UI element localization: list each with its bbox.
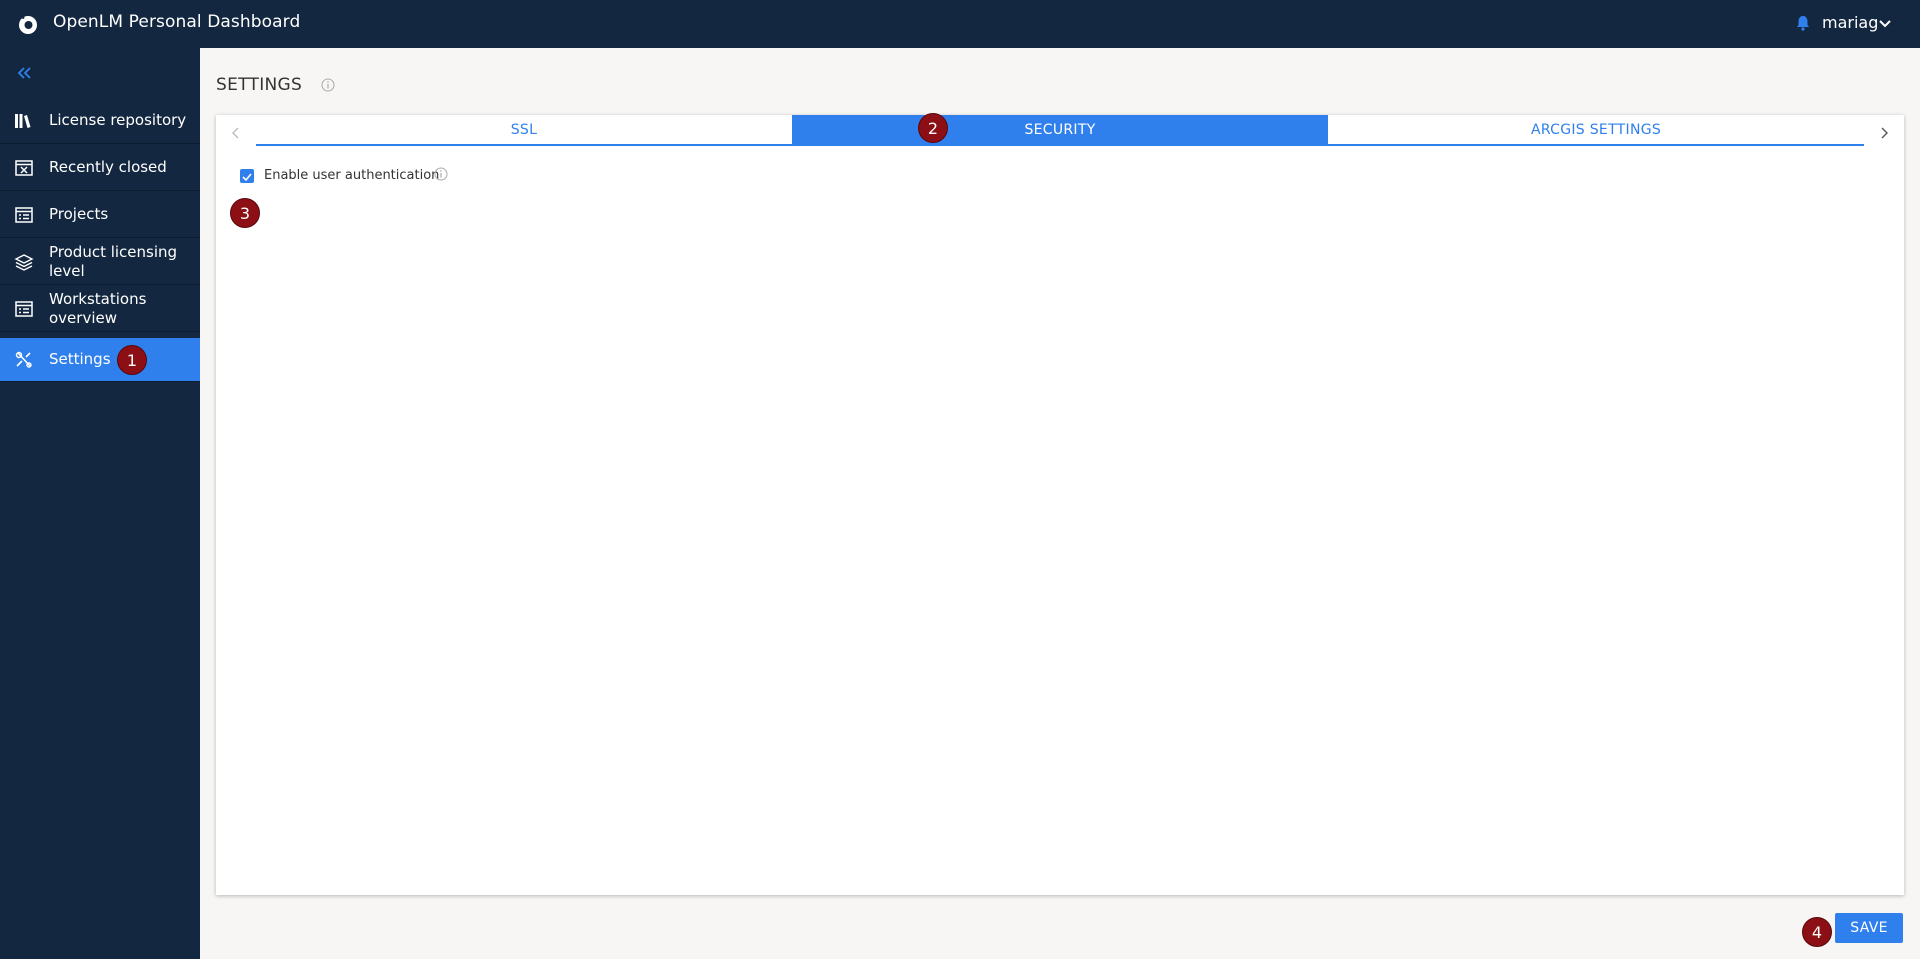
username[interactable]: mariag — [1822, 13, 1878, 32]
sidebar-item-product-licensing-level[interactable]: Product licensing level — [0, 238, 200, 285]
sidebar-item-workstations-overview[interactable]: Workstations overview — [0, 285, 200, 332]
chevron-left-icon[interactable] — [228, 125, 244, 141]
info-icon[interactable] — [321, 78, 335, 92]
settings-card: SSL SECURITY ARCGIS SETTINGS Enable user… — [216, 115, 1904, 895]
books-icon — [15, 114, 31, 128]
page-title: SETTINGS — [216, 75, 303, 95]
sidebar-item-label: Settings — [49, 350, 111, 368]
sidebar-item-settings[interactable]: Settings — [0, 338, 200, 382]
settings-tabs: SSL SECURITY ARCGIS SETTINGS — [256, 115, 1864, 146]
checkmark-icon — [242, 173, 252, 182]
annotation-badge: 2 — [918, 113, 948, 143]
annotation-badge: 4 — [1802, 917, 1832, 947]
list-icon — [15, 207, 33, 223]
sidebar-item-label: Product licensing level — [49, 243, 178, 280]
closed-window-icon — [15, 160, 33, 176]
tab-arcgis-settings[interactable]: ARCGIS SETTINGS — [1328, 115, 1864, 144]
enable-user-authentication-label[interactable]: Enable user authentication — [264, 168, 439, 183]
sidebar-item-projects[interactable]: Projects — [0, 191, 200, 238]
info-icon[interactable] — [434, 167, 448, 181]
top-bar: OpenLM Personal Dashboard mariag — [0, 0, 1920, 48]
layers-icon — [14, 254, 34, 271]
enable-user-authentication-checkbox[interactable] — [240, 169, 254, 183]
double-chevron-left-icon[interactable] — [14, 64, 36, 82]
sidebar-item-license-repository[interactable]: License repository — [0, 97, 200, 144]
tools-icon — [15, 351, 32, 368]
sidebar-item-label: License repository — [49, 111, 187, 129]
annotation-badge: 1 — [117, 345, 147, 375]
sidebar-item-label: Recently closed — [49, 158, 167, 176]
list-icon — [15, 301, 33, 317]
sidebar: License repository Recently closed Proje… — [0, 48, 200, 959]
bell-icon[interactable] — [1794, 14, 1812, 32]
sidebar-item-recently-closed[interactable]: Recently closed — [0, 144, 200, 191]
annotation-badge: 3 — [230, 198, 260, 228]
chevron-right-icon[interactable] — [1876, 125, 1892, 141]
tab-ssl[interactable]: SSL — [256, 115, 792, 144]
chevron-down-icon[interactable] — [1877, 16, 1893, 32]
sidebar-item-label: Workstations overview — [49, 290, 147, 327]
sidebar-item-label: Projects — [49, 205, 109, 223]
save-button[interactable]: SAVE — [1835, 913, 1903, 943]
app-title: OpenLM Personal Dashboard — [53, 12, 301, 32]
tab-security[interactable]: SECURITY — [792, 115, 1328, 144]
openlm-logo-icon[interactable] — [16, 12, 40, 36]
